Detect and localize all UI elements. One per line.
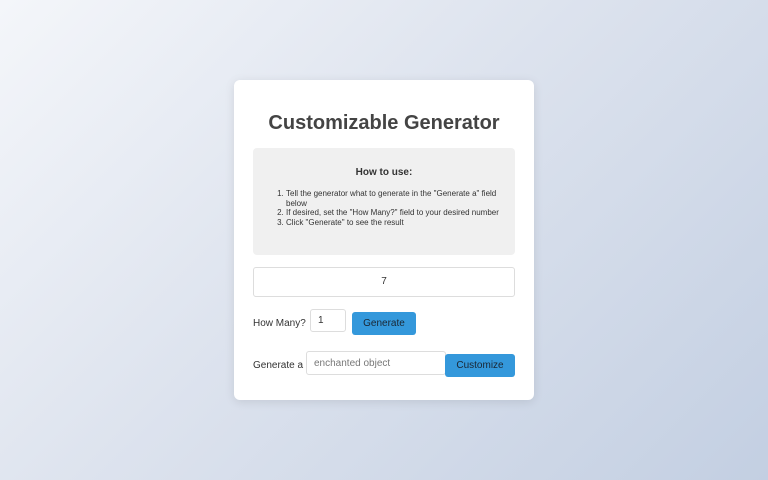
generate-button[interactable]: Generate (352, 312, 416, 335)
instructions-list: Tell the generator what to generate in t… (269, 189, 518, 227)
generator-card: Customizable Generator How to use: Tell … (234, 80, 534, 400)
instruction-step: If desired, set the "How Many?" field to… (286, 208, 518, 218)
generate-a-input[interactable] (306, 351, 446, 375)
how-many-input[interactable] (310, 309, 346, 332)
how-many-label: How Many? (253, 318, 306, 329)
instruction-step: Click "Generate" to see the result (286, 218, 518, 228)
customize-button[interactable]: Customize (445, 354, 515, 377)
page-title: Customizable Generator (268, 112, 500, 134)
instructions-panel: How to use: Tell the generator what to g… (253, 148, 515, 255)
instruction-step: Tell the generator what to generate in t… (286, 189, 518, 208)
result-display: 7 (253, 267, 515, 297)
generate-a-label: Generate a (253, 360, 304, 371)
instructions-title: How to use: (355, 167, 413, 178)
